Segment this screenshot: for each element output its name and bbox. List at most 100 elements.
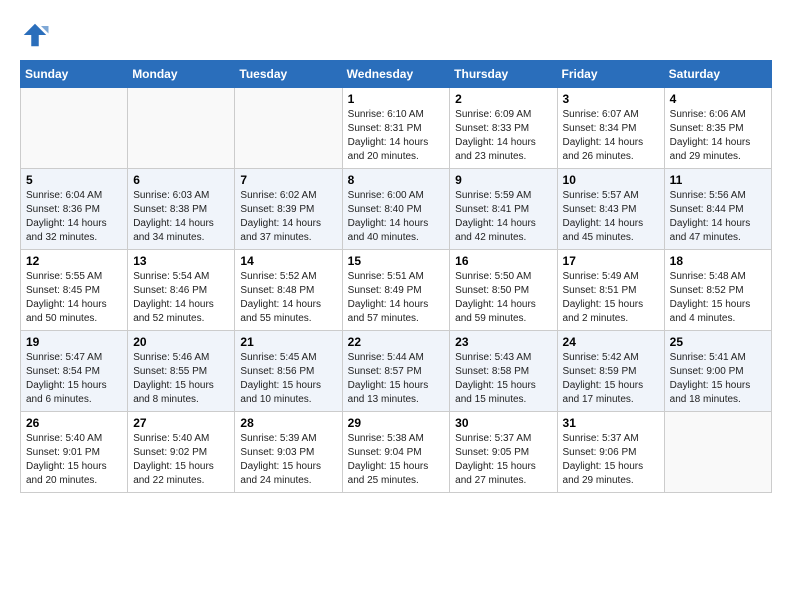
calendar-cell: 31 Sunrise: 5:37 AM Sunset: 9:06 PM Dayli…: [557, 412, 664, 493]
calendar-cell: 27 Sunrise: 5:40 AM Sunset: 9:02 PM Dayli…: [128, 412, 235, 493]
day-number: 13: [133, 254, 229, 268]
day-number: 30: [455, 416, 551, 430]
header-row: SundayMondayTuesdayWednesdayThursdayFrid…: [21, 61, 772, 88]
calendar-cell: 19 Sunrise: 5:47 AM Sunset: 8:54 PM Dayli…: [21, 331, 128, 412]
day-detail: Sunrise: 5:45 AM Sunset: 8:56 PM Dayligh…: [240, 351, 336, 407]
week-row-2: 5Sunrise: 6:04 AM Sunset: 8:36 PM Daylig…: [21, 169, 772, 250]
day-detail: Sunrise: 5:44 AM Sunset: 8:57 PM Dayligh…: [348, 351, 445, 407]
day-detail: Sunrise: 5:46 AM Sunset: 8:55 PM Dayligh…: [133, 351, 229, 407]
day-detail: Sunrise: 6:00 AM Sunset: 8:40 PM Dayligh…: [348, 189, 445, 245]
calendar-cell: 28 Sunrise: 5:39 AM Sunset: 9:03 PM Dayli…: [235, 412, 342, 493]
day-number: 8: [348, 173, 445, 187]
day-number: 19: [26, 335, 122, 349]
day-detail: Sunrise: 5:39 AM Sunset: 9:03 PM Dayligh…: [240, 432, 336, 488]
day-number: 12: [26, 254, 122, 268]
day-number: 20: [133, 335, 229, 349]
day-detail: Sunrise: 5:55 AM Sunset: 8:45 PM Dayligh…: [26, 270, 122, 326]
logo: [20, 20, 52, 50]
calendar-cell: 9 Sunrise: 5:59 AM Sunset: 8:41 PM Daylig…: [450, 169, 557, 250]
day-detail: Sunrise: 5:59 AM Sunset: 8:41 PM Dayligh…: [455, 189, 551, 245]
day-number: 14: [240, 254, 336, 268]
calendar-cell: 16 Sunrise: 5:50 AM Sunset: 8:50 PM Dayli…: [450, 250, 557, 331]
day-header-thursday: Thursday: [450, 61, 557, 88]
day-number: 29: [348, 416, 445, 430]
calendar-table: SundayMondayTuesdayWednesdayThursdayFrid…: [20, 60, 772, 493]
day-number: 6: [133, 173, 229, 187]
day-detail: Sunrise: 5:37 AM Sunset: 9:06 PM Dayligh…: [563, 432, 659, 488]
day-number: 7: [240, 173, 336, 187]
day-number: 25: [670, 335, 766, 349]
day-number: 16: [455, 254, 551, 268]
day-number: 31: [563, 416, 659, 430]
day-number: 21: [240, 335, 336, 349]
day-number: 15: [348, 254, 445, 268]
calendar-cell: 21 Sunrise: 5:45 AM Sunset: 8:56 PM Dayli…: [235, 331, 342, 412]
day-number: 27: [133, 416, 229, 430]
day-detail: Sunrise: 5:38 AM Sunset: 9:04 PM Dayligh…: [348, 432, 445, 488]
day-detail: Sunrise: 5:37 AM Sunset: 9:05 PM Dayligh…: [455, 432, 551, 488]
week-row-4: 19 Sunrise: 5:47 AM Sunset: 8:54 PM Dayli…: [21, 331, 772, 412]
calendar-cell: 4 Sunrise: 6:06 AM Sunset: 8:35 PM Daylig…: [664, 88, 771, 169]
day-header-monday: Monday: [128, 61, 235, 88]
day-detail: Sunrise: 6:06 AM Sunset: 8:35 PM Dayligh…: [670, 108, 766, 164]
day-number: 24: [563, 335, 659, 349]
day-detail: Sunrise: 5:41 AM Sunset: 9:00 PM Dayligh…: [670, 351, 766, 407]
day-number: 2: [455, 92, 551, 106]
calendar-cell: [128, 88, 235, 169]
day-number: 22: [348, 335, 445, 349]
calendar-cell: [21, 88, 128, 169]
calendar-cell: 29 Sunrise: 5:38 AM Sunset: 9:04 PM Dayli…: [342, 412, 450, 493]
calendar-cell: 10Sunrise: 5:57 AM Sunset: 8:43 PM Dayli…: [557, 169, 664, 250]
day-detail: Sunrise: 5:49 AM Sunset: 8:51 PM Dayligh…: [563, 270, 659, 326]
day-detail: Sunrise: 5:40 AM Sunset: 9:02 PM Dayligh…: [133, 432, 229, 488]
day-detail: Sunrise: 5:48 AM Sunset: 8:52 PM Dayligh…: [670, 270, 766, 326]
calendar-cell: 24 Sunrise: 5:42 AM Sunset: 8:59 PM Dayli…: [557, 331, 664, 412]
day-detail: Sunrise: 5:56 AM Sunset: 8:44 PM Dayligh…: [670, 189, 766, 245]
day-detail: Sunrise: 5:51 AM Sunset: 8:49 PM Dayligh…: [348, 270, 445, 326]
day-detail: Sunrise: 5:42 AM Sunset: 8:59 PM Dayligh…: [563, 351, 659, 407]
day-detail: Sunrise: 5:47 AM Sunset: 8:54 PM Dayligh…: [26, 351, 122, 407]
calendar-cell: 8 Sunrise: 6:00 AM Sunset: 8:40 PM Daylig…: [342, 169, 450, 250]
day-detail: Sunrise: 5:43 AM Sunset: 8:58 PM Dayligh…: [455, 351, 551, 407]
calendar-cell: 22 Sunrise: 5:44 AM Sunset: 8:57 PM Dayli…: [342, 331, 450, 412]
day-number: 4: [670, 92, 766, 106]
day-number: 3: [563, 92, 659, 106]
calendar-cell: 12 Sunrise: 5:55 AM Sunset: 8:45 PM Dayli…: [21, 250, 128, 331]
calendar-cell: [235, 88, 342, 169]
day-detail: Sunrise: 5:50 AM Sunset: 8:50 PM Dayligh…: [455, 270, 551, 326]
calendar-cell: 1Sunrise: 6:10 AM Sunset: 8:31 PM Daylig…: [342, 88, 450, 169]
calendar-cell: 26 Sunrise: 5:40 AM Sunset: 9:01 PM Dayli…: [21, 412, 128, 493]
day-number: 9: [455, 173, 551, 187]
day-number: 26: [26, 416, 122, 430]
day-detail: Sunrise: 6:10 AM Sunset: 8:31 PM Dayligh…: [348, 108, 445, 164]
day-number: 10: [563, 173, 659, 187]
day-number: 23: [455, 335, 551, 349]
day-number: 11: [670, 173, 766, 187]
logo-icon: [20, 20, 50, 50]
day-detail: Sunrise: 5:52 AM Sunset: 8:48 PM Dayligh…: [240, 270, 336, 326]
calendar-cell: 30 Sunrise: 5:37 AM Sunset: 9:05 PM Dayli…: [450, 412, 557, 493]
day-header-wednesday: Wednesday: [342, 61, 450, 88]
day-number: 28: [240, 416, 336, 430]
calendar-cell: 15 Sunrise: 5:51 AM Sunset: 8:49 PM Dayli…: [342, 250, 450, 331]
day-header-friday: Friday: [557, 61, 664, 88]
day-header-tuesday: Tuesday: [235, 61, 342, 88]
day-detail: Sunrise: 6:03 AM Sunset: 8:38 PM Dayligh…: [133, 189, 229, 245]
calendar-cell: 20 Sunrise: 5:46 AM Sunset: 8:55 PM Dayli…: [128, 331, 235, 412]
calendar-cell: 3Sunrise: 6:07 AM Sunset: 8:34 PM Daylig…: [557, 88, 664, 169]
day-header-saturday: Saturday: [664, 61, 771, 88]
week-row-1: 1Sunrise: 6:10 AM Sunset: 8:31 PM Daylig…: [21, 88, 772, 169]
day-number: 17: [563, 254, 659, 268]
calendar-cell: 5Sunrise: 6:04 AM Sunset: 8:36 PM Daylig…: [21, 169, 128, 250]
calendar-cell: 18Sunrise: 5:48 AM Sunset: 8:52 PM Dayli…: [664, 250, 771, 331]
day-header-sunday: Sunday: [21, 61, 128, 88]
calendar-cell: 13 Sunrise: 5:54 AM Sunset: 8:46 PM Dayli…: [128, 250, 235, 331]
calendar-cell: 14 Sunrise: 5:52 AM Sunset: 8:48 PM Dayli…: [235, 250, 342, 331]
day-number: 5: [26, 173, 122, 187]
week-row-5: 26 Sunrise: 5:40 AM Sunset: 9:01 PM Dayli…: [21, 412, 772, 493]
calendar-cell: 23 Sunrise: 5:43 AM Sunset: 8:58 PM Dayli…: [450, 331, 557, 412]
calendar-cell: 17 Sunrise: 5:49 AM Sunset: 8:51 PM Dayli…: [557, 250, 664, 331]
day-detail: Sunrise: 5:40 AM Sunset: 9:01 PM Dayligh…: [26, 432, 122, 488]
day-detail: Sunrise: 5:54 AM Sunset: 8:46 PM Dayligh…: [133, 270, 229, 326]
page-header: [20, 20, 772, 50]
